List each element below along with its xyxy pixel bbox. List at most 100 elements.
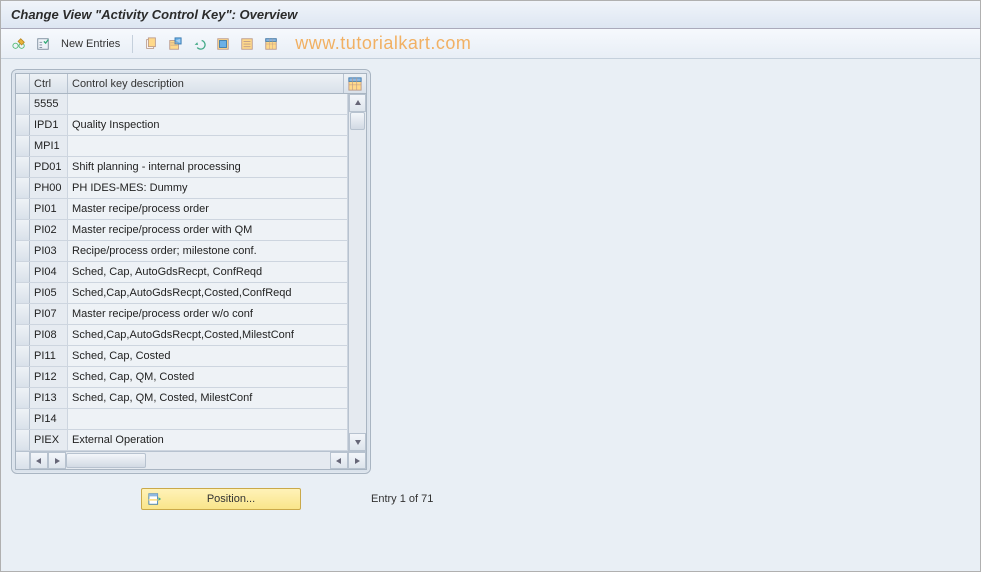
row-marker[interactable] [16, 262, 30, 282]
new-entries-button[interactable]: New Entries [61, 38, 120, 50]
row-marker[interactable] [16, 388, 30, 408]
copy-as-button[interactable] [141, 34, 161, 54]
watermark-text: www.tutorialkart.com [295, 33, 471, 54]
cell-description[interactable]: External Operation [68, 430, 348, 450]
cell-ctrl[interactable]: MPI1 [30, 136, 68, 156]
cell-ctrl[interactable]: PI02 [30, 220, 68, 240]
cell-description[interactable]: Sched, Cap, QM, Costed, MilestConf [68, 388, 348, 408]
row-marker[interactable] [16, 325, 30, 345]
scroll-left-end-button[interactable] [330, 452, 348, 469]
table-settings-icon [348, 77, 362, 91]
cell-description[interactable]: Quality Inspection [68, 115, 348, 135]
cell-description[interactable]: Sched, Cap, AutoGdsRecpt, ConfReqd [68, 262, 348, 282]
row-marker[interactable] [16, 283, 30, 303]
row-marker[interactable] [16, 136, 30, 156]
vertical-scrollbar[interactable] [348, 94, 366, 451]
position-button[interactable]: Position... [141, 488, 301, 510]
row-marker[interactable] [16, 94, 30, 114]
select-all-icon [216, 37, 230, 51]
hscroll-thumb[interactable] [66, 453, 146, 468]
glasses-pencil-icon [12, 37, 26, 51]
cell-description[interactable] [68, 94, 348, 114]
vscroll-thumb[interactable] [350, 112, 365, 130]
cell-description[interactable]: Recipe/process order; milestone conf. [68, 241, 348, 261]
triangle-left-icon [335, 457, 343, 465]
undo-change-button[interactable] [189, 34, 209, 54]
row-marker-header[interactable] [16, 74, 30, 93]
table-row: PI08Sched,Cap,AutoGdsRecpt,Costed,Milest… [16, 325, 348, 346]
table-header: Ctrl Control key description [16, 74, 366, 94]
cell-ctrl[interactable]: IPD1 [30, 115, 68, 135]
cell-description[interactable]: Master recipe/process order w/o conf [68, 304, 348, 324]
scroll-down-button[interactable] [349, 433, 366, 451]
cell-description[interactable]: PH IDES-MES: Dummy [68, 178, 348, 198]
table-row: PIEXExternal Operation [16, 430, 348, 451]
cell-ctrl[interactable]: PI07 [30, 304, 68, 324]
table-row: PH00PH IDES-MES: Dummy [16, 178, 348, 199]
separator [132, 35, 133, 53]
row-marker[interactable] [16, 199, 30, 219]
hscroll-track[interactable] [66, 452, 330, 469]
deselect-all-button[interactable] [237, 34, 257, 54]
scroll-left-button[interactable] [30, 452, 48, 469]
column-header-ctrl[interactable]: Ctrl [30, 74, 68, 93]
cell-ctrl[interactable]: PI03 [30, 241, 68, 261]
row-marker[interactable] [16, 430, 30, 450]
horizontal-scrollbar[interactable] [16, 451, 366, 469]
row-marker[interactable] [16, 346, 30, 366]
checklist-icon [36, 37, 50, 51]
row-marker[interactable] [16, 178, 30, 198]
cell-ctrl[interactable]: PI05 [30, 283, 68, 303]
row-marker[interactable] [16, 220, 30, 240]
cell-ctrl[interactable]: PI08 [30, 325, 68, 345]
row-marker[interactable] [16, 241, 30, 261]
table-row: PI02Master recipe/process order with QM [16, 220, 348, 241]
titlebar: Change View "Activity Control Key": Over… [1, 1, 980, 29]
table-row: PI07Master recipe/process order w/o conf [16, 304, 348, 325]
cell-ctrl[interactable]: PI01 [30, 199, 68, 219]
position-icon [148, 492, 162, 506]
cell-description[interactable]: Sched,Cap,AutoGdsRecpt,Costed,MilestConf [68, 325, 348, 345]
cell-ctrl[interactable]: PI14 [30, 409, 68, 429]
print-config-button[interactable] [261, 34, 281, 54]
cell-description[interactable]: Shift planning - internal processing [68, 157, 348, 177]
cell-ctrl[interactable]: PIEX [30, 430, 68, 450]
cell-description[interactable]: Sched, Cap, QM, Costed [68, 367, 348, 387]
scroll-up-button[interactable] [349, 94, 366, 112]
cell-ctrl[interactable]: PI04 [30, 262, 68, 282]
column-header-description[interactable]: Control key description [68, 74, 344, 93]
toggle-display-change-button[interactable] [9, 34, 29, 54]
cell-description[interactable]: Master recipe/process order [68, 199, 348, 219]
select-range-button[interactable] [33, 34, 53, 54]
vscroll-track[interactable] [349, 112, 366, 433]
row-marker[interactable] [16, 409, 30, 429]
cell-description[interactable]: Sched, Cap, Costed [68, 346, 348, 366]
hscroll-corner [16, 452, 30, 469]
row-marker[interactable] [16, 115, 30, 135]
cell-ctrl[interactable]: PH00 [30, 178, 68, 198]
table-settings-button[interactable] [344, 74, 366, 93]
page-title: Change View "Activity Control Key": Over… [11, 7, 297, 22]
scroll-right-button[interactable] [348, 452, 366, 469]
table-row: PI12Sched, Cap, QM, Costed [16, 367, 348, 388]
cell-ctrl[interactable]: PI13 [30, 388, 68, 408]
scroll-right-inner-button[interactable] [48, 452, 66, 469]
table-row: PD01Shift planning - internal processing [16, 157, 348, 178]
row-marker[interactable] [16, 367, 30, 387]
table-panel: Ctrl Control key description 5555IPD1Qua… [11, 69, 371, 474]
cell-ctrl[interactable]: PI12 [30, 367, 68, 387]
cell-description[interactable]: Sched,Cap,AutoGdsRecpt,Costed,ConfReqd [68, 283, 348, 303]
cell-ctrl[interactable]: PD01 [30, 157, 68, 177]
cell-ctrl[interactable]: PI11 [30, 346, 68, 366]
cell-description[interactable] [68, 136, 348, 156]
undo-icon [192, 37, 206, 51]
row-marker[interactable] [16, 157, 30, 177]
cell-description[interactable]: Master recipe/process order with QM [68, 220, 348, 240]
row-marker[interactable] [16, 304, 30, 324]
content-area: Ctrl Control key description 5555IPD1Qua… [1, 59, 980, 571]
cell-ctrl[interactable]: 5555 [30, 94, 68, 114]
cell-description[interactable] [68, 409, 348, 429]
select-all-button[interactable] [213, 34, 233, 54]
table-row: PI05Sched,Cap,AutoGdsRecpt,Costed,ConfRe… [16, 283, 348, 304]
delete-button[interactable] [165, 34, 185, 54]
